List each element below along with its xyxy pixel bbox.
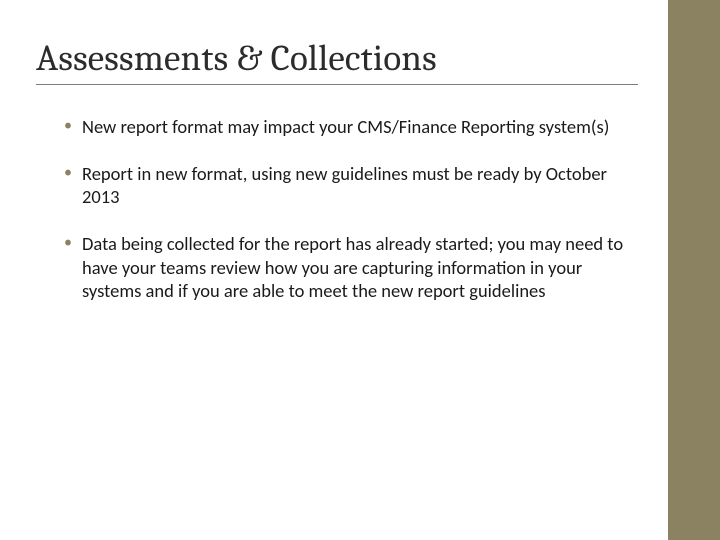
slide-title: Assessments & Collections [36, 38, 638, 80]
title-underline [36, 84, 638, 85]
list-item: New report format may impact your CMS/Fi… [64, 115, 624, 138]
list-item: Data being collected for the report has … [64, 232, 624, 301]
list-item: Report in new format, using new guidelin… [64, 162, 624, 208]
slide-content: Assessments & Collections New report for… [0, 0, 668, 326]
bullet-list: New report format may impact your CMS/Fi… [36, 115, 638, 302]
side-accent-band [668, 0, 720, 540]
